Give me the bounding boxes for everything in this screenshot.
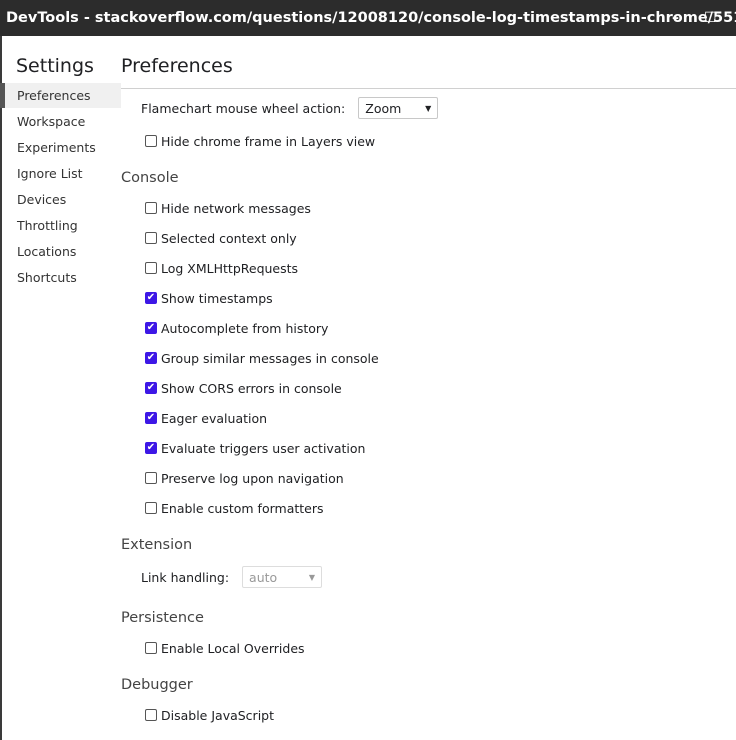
checkbox-icon[interactable]	[145, 642, 157, 654]
console-option-checkbox[interactable]: ✔ Evaluate triggers user activation	[145, 438, 365, 458]
hide-chrome-frame-checkbox[interactable]: Hide chrome frame in Layers view	[145, 131, 375, 151]
link-handling-select[interactable]: auto ▼	[242, 566, 323, 588]
link-handling-value: auto	[249, 569, 278, 585]
sidebar-item-throttling[interactable]: Throttling	[0, 213, 121, 238]
checkbox-label: Autocomplete from history	[161, 320, 329, 336]
flamechart-label: Flamechart mouse wheel action:	[141, 100, 346, 116]
console-option-checkbox[interactable]: ✔ Show CORS errors in console	[145, 378, 342, 398]
sidebar-item-workspace[interactable]: Workspace	[0, 109, 121, 134]
console-option-checkbox[interactable]: ✔ Group similar messages in console	[145, 348, 379, 368]
checkbox-label: Show timestamps	[161, 290, 273, 306]
checkbox-label: Hide network messages	[161, 200, 311, 216]
checkbox-label: Group similar messages in console	[161, 350, 379, 366]
checkbox-label: Preserve log upon navigation	[161, 470, 344, 486]
link-handling-setting: Link handling: auto ▼	[141, 566, 323, 588]
checkbox-label: Enable custom formatters	[161, 500, 324, 516]
divider	[121, 88, 736, 89]
minimize-button[interactable]: –	[672, 0, 679, 36]
checkbox-icon[interactable]	[145, 135, 157, 147]
sidebar-item-locations[interactable]: Locations	[0, 239, 121, 264]
console-option-checkbox[interactable]: ✔ Autocomplete from history	[145, 318, 328, 338]
checkbox-checked-icon[interactable]: ✔	[145, 442, 157, 454]
maximize-button[interactable]: ☐	[704, 0, 717, 36]
checkbox-checked-icon[interactable]: ✔	[145, 382, 157, 394]
link-handling-label: Link handling:	[141, 569, 230, 585]
checkbox-checked-icon[interactable]: ✔	[145, 352, 157, 364]
page-title: Preferences	[121, 55, 233, 77]
checkbox-checked-icon[interactable]: ✔	[145, 412, 157, 424]
disable-javascript-checkbox[interactable]: Disable JavaScript	[145, 705, 274, 725]
console-option-checkbox[interactable]: Preserve log upon navigation	[145, 468, 344, 488]
flamechart-value: Zoom	[365, 100, 402, 116]
sidebar-item-devices[interactable]: Devices	[0, 187, 121, 212]
checkbox-icon[interactable]	[145, 202, 157, 214]
flamechart-setting: Flamechart mouse wheel action: Zoom ▼	[141, 97, 439, 119]
console-option-checkbox[interactable]: Hide network messages	[145, 198, 311, 218]
sidebar-item-shortcuts[interactable]: Shortcuts	[0, 265, 121, 290]
console-option-checkbox[interactable]: Log XMLHttpRequests	[145, 258, 298, 278]
console-option-checkbox[interactable]: Enable custom formatters	[145, 498, 324, 518]
checkbox-label: Selected context only	[161, 230, 297, 246]
checkbox-icon[interactable]	[145, 502, 157, 514]
checkbox-icon[interactable]	[145, 262, 157, 274]
checkbox-label: Eager evaluation	[161, 410, 268, 426]
dropdown-arrow-icon: ▼	[425, 103, 432, 113]
extension-section-title: Extension	[121, 537, 193, 553]
checkbox-label: Show CORS errors in console	[161, 380, 342, 396]
console-option-checkbox[interactable]: ✔ Show timestamps	[145, 288, 273, 308]
sidebar-item-ignore-list[interactable]: Ignore List	[0, 161, 121, 186]
settings-title: Settings	[16, 55, 94, 77]
checkbox-checked-icon[interactable]: ✔	[145, 292, 157, 304]
dropdown-arrow-icon: ▼	[308, 572, 316, 582]
checkbox-label: Evaluate triggers user activation	[161, 440, 366, 456]
checkbox-icon[interactable]	[145, 232, 157, 244]
persistence-section-title: Persistence	[121, 610, 204, 626]
checkbox-label: Enable Local Overrides	[161, 640, 305, 656]
window-titlebar: DevTools - stackoverflow.com/questions/1…	[0, 0, 736, 36]
window-title: DevTools - stackoverflow.com/questions/1…	[6, 10, 736, 26]
enable-local-overrides-checkbox[interactable]: Enable Local Overrides	[145, 638, 305, 658]
checkbox-icon[interactable]	[145, 709, 157, 721]
console-option-checkbox[interactable]: Selected context only	[145, 228, 297, 248]
checkbox-checked-icon[interactable]: ✔	[145, 322, 157, 334]
sidebar-item-experiments[interactable]: Experiments	[0, 135, 121, 160]
checkbox-label: Disable JavaScript	[161, 707, 275, 723]
debugger-section-title: Debugger	[121, 677, 193, 693]
checkbox-label: Log XMLHttpRequests	[161, 260, 299, 276]
checkbox-label: Hide chrome frame in Layers view	[161, 133, 376, 149]
checkbox-icon[interactable]	[145, 472, 157, 484]
console-section-title: Console	[121, 170, 179, 186]
console-option-checkbox[interactable]: ✔ Eager evaluation	[145, 408, 267, 428]
sidebar-item-preferences[interactable]: Preferences	[0, 83, 121, 108]
flamechart-select[interactable]: Zoom ▼	[358, 97, 439, 119]
